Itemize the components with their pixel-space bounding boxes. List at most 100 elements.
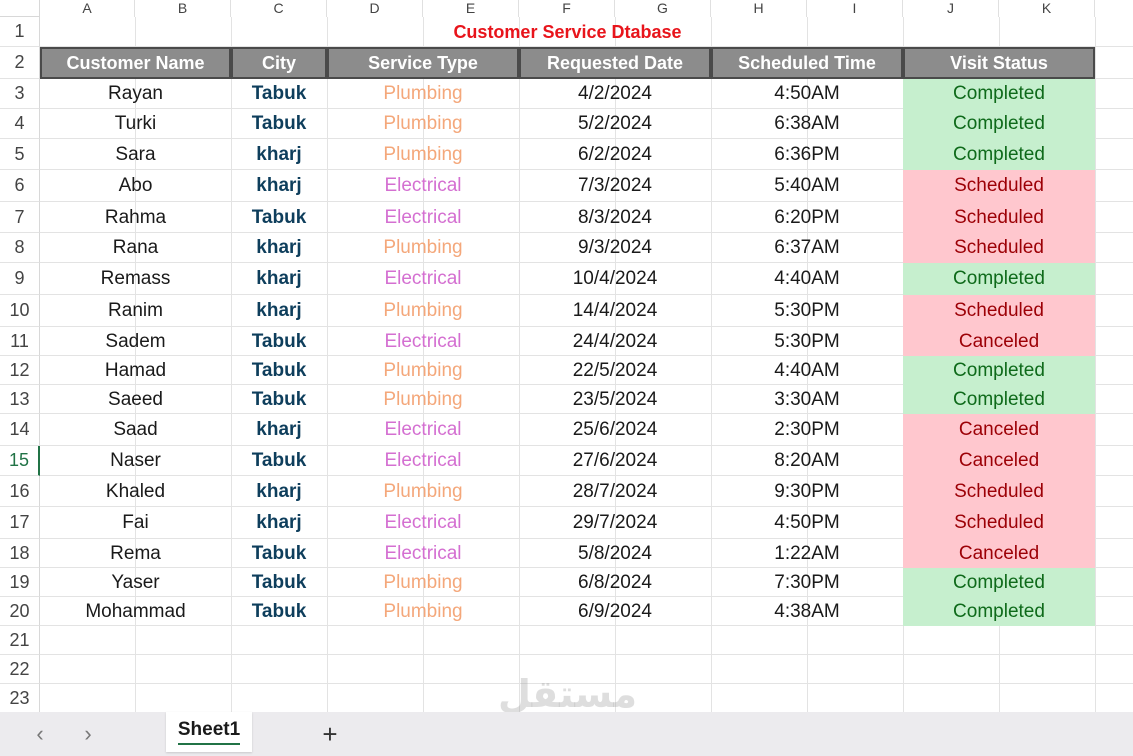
row-header-9[interactable]: 9 bbox=[0, 263, 40, 295]
chevron-left-icon[interactable]: ‹ bbox=[26, 720, 54, 748]
spreadsheet-grid[interactable]: ABCDEFGHIJK 1 2 3 4 5 6 7 8 9 10 11 12 13 14 15 16 17 18 1… bbox=[0, 0, 1133, 712]
cell-customer-name[interactable]: Khaled bbox=[40, 476, 231, 507]
cell-visit-status[interactable]: Scheduled bbox=[903, 476, 1095, 507]
cell-service-type[interactable]: Plumbing bbox=[327, 139, 519, 170]
cell-city[interactable]: kharj bbox=[231, 295, 327, 327]
cell-customer-name[interactable]: Saad bbox=[40, 414, 231, 446]
cell-scheduled-time[interactable]: 4:50AM bbox=[711, 79, 903, 109]
cell-customer-name[interactable]: Hamad bbox=[40, 356, 231, 385]
cell-service-type[interactable]: Electrical bbox=[327, 414, 519, 446]
cell-scheduled-time[interactable]: 8:20AM bbox=[711, 446, 903, 476]
cell-city[interactable]: Tabuk bbox=[231, 356, 327, 385]
cell-requested-date[interactable]: 8/3/2024 bbox=[519, 202, 711, 233]
cell-customer-name[interactable]: Mohammad bbox=[40, 597, 231, 626]
cell-visit-status[interactable]: Completed bbox=[903, 139, 1095, 170]
cell-customer-name[interactable]: Rahma bbox=[40, 202, 231, 233]
cell-customer-name[interactable]: Naser bbox=[40, 446, 231, 476]
cell-service-type[interactable]: Electrical bbox=[327, 327, 519, 356]
cell-requested-date[interactable]: 28/7/2024 bbox=[519, 476, 711, 507]
row-header-21[interactable]: 21 bbox=[0, 626, 40, 655]
column-header-j[interactable]: J bbox=[903, 0, 999, 17]
column-header-c[interactable]: C bbox=[231, 0, 327, 17]
cell-customer-name[interactable]: Abo bbox=[40, 170, 231, 202]
column-header-d[interactable]: D bbox=[327, 0, 423, 17]
cell-requested-date[interactable]: 6/2/2024 bbox=[519, 139, 711, 170]
cell-customer-name[interactable]: Rayan bbox=[40, 79, 231, 109]
cell-visit-status[interactable]: Canceled bbox=[903, 539, 1095, 568]
cell-requested-date[interactable]: 9/3/2024 bbox=[519, 233, 711, 263]
column-header-i[interactable]: I bbox=[807, 0, 903, 17]
cell-requested-date[interactable]: 6/9/2024 bbox=[519, 597, 711, 626]
row-header-4[interactable]: 4 bbox=[0, 109, 40, 139]
cell-service-type[interactable]: Plumbing bbox=[327, 597, 519, 626]
row-header-16[interactable]: 16 bbox=[0, 476, 40, 507]
cell-service-type[interactable]: Plumbing bbox=[327, 109, 519, 139]
row-header-18[interactable]: 18 bbox=[0, 539, 40, 568]
cell-scheduled-time[interactable]: 5:30PM bbox=[711, 327, 903, 356]
cell-customer-name[interactable]: Turki bbox=[40, 109, 231, 139]
header-requested-date[interactable]: Requested Date bbox=[519, 47, 711, 79]
cell-visit-status[interactable]: Scheduled bbox=[903, 233, 1095, 263]
column-header-e[interactable]: E bbox=[423, 0, 519, 17]
header-customer-name[interactable]: Customer Name bbox=[40, 47, 231, 79]
cell-service-type[interactable]: Plumbing bbox=[327, 356, 519, 385]
tab-sheet1[interactable]: Sheet1 bbox=[166, 712, 252, 752]
cell-scheduled-time[interactable]: 4:50PM bbox=[711, 507, 903, 539]
cell-city[interactable]: Tabuk bbox=[231, 539, 327, 568]
cell-city[interactable]: kharj bbox=[231, 507, 327, 539]
select-all-corner[interactable] bbox=[0, 0, 40, 17]
column-header-a[interactable]: A bbox=[40, 0, 135, 17]
row-header-23[interactable]: 23 bbox=[0, 684, 40, 712]
cell-requested-date[interactable]: 7/3/2024 bbox=[519, 170, 711, 202]
cell-requested-date[interactable]: 23/5/2024 bbox=[519, 385, 711, 414]
cell-requested-date[interactable]: 6/8/2024 bbox=[519, 568, 711, 597]
row-header-14[interactable]: 14 bbox=[0, 414, 40, 446]
cell-visit-status[interactable]: Completed bbox=[903, 109, 1095, 139]
cell-visit-status[interactable]: Completed bbox=[903, 568, 1095, 597]
column-header-b[interactable]: B bbox=[135, 0, 231, 17]
cell-city[interactable]: Tabuk bbox=[231, 202, 327, 233]
row-header-10[interactable]: 10 bbox=[0, 295, 40, 327]
column-header-h[interactable]: H bbox=[711, 0, 807, 17]
cell-requested-date[interactable]: 14/4/2024 bbox=[519, 295, 711, 327]
cell-customer-name[interactable]: Saeed bbox=[40, 385, 231, 414]
cell-scheduled-time[interactable]: 2:30PM bbox=[711, 414, 903, 446]
chevron-right-icon[interactable]: › bbox=[74, 720, 102, 748]
cell-customer-name[interactable]: Rema bbox=[40, 539, 231, 568]
cell-visit-status[interactable]: Completed bbox=[903, 385, 1095, 414]
cell-requested-date[interactable]: 4/2/2024 bbox=[519, 79, 711, 109]
row-header-12[interactable]: 12 bbox=[0, 356, 40, 385]
cell-requested-date[interactable]: 29/7/2024 bbox=[519, 507, 711, 539]
row-header-5[interactable]: 5 bbox=[0, 139, 40, 170]
cell-customer-name[interactable]: Remass bbox=[40, 263, 231, 295]
cell-requested-date[interactable]: 5/8/2024 bbox=[519, 539, 711, 568]
cell-city[interactable]: Tabuk bbox=[231, 446, 327, 476]
header-visit-status[interactable]: Visit Status bbox=[903, 47, 1095, 79]
cell-service-type[interactable]: Plumbing bbox=[327, 79, 519, 109]
cell-customer-name[interactable]: Rana bbox=[40, 233, 231, 263]
row-header-13[interactable]: 13 bbox=[0, 385, 40, 414]
cell-city[interactable]: Tabuk bbox=[231, 327, 327, 356]
cell-service-type[interactable]: Electrical bbox=[327, 263, 519, 295]
cell-city[interactable]: kharj bbox=[231, 170, 327, 202]
row-header-3[interactable]: 3 bbox=[0, 79, 40, 109]
cell-customer-name[interactable]: Fai bbox=[40, 507, 231, 539]
column-header-f[interactable]: F bbox=[519, 0, 615, 17]
cell-scheduled-time[interactable]: 4:40AM bbox=[711, 356, 903, 385]
header-service-type[interactable]: Service Type bbox=[327, 47, 519, 79]
cell-scheduled-time[interactable]: 5:40AM bbox=[711, 170, 903, 202]
header-city[interactable]: City bbox=[231, 47, 327, 79]
cell-service-type[interactable]: Electrical bbox=[327, 202, 519, 233]
cell-visit-status[interactable]: Scheduled bbox=[903, 507, 1095, 539]
cell-city[interactable]: kharj bbox=[231, 263, 327, 295]
cell-visit-status[interactable]: Completed bbox=[903, 356, 1095, 385]
row-header-19[interactable]: 19 bbox=[0, 568, 40, 597]
cell-service-type[interactable]: Plumbing bbox=[327, 568, 519, 597]
cell-scheduled-time[interactable]: 3:30AM bbox=[711, 385, 903, 414]
cell-city[interactable]: Tabuk bbox=[231, 597, 327, 626]
row-header-15[interactable]: 15 bbox=[0, 446, 40, 476]
cell-service-type[interactable]: Plumbing bbox=[327, 295, 519, 327]
row-header-2[interactable]: 2 bbox=[0, 47, 40, 79]
cell-visit-status[interactable]: Scheduled bbox=[903, 170, 1095, 202]
column-header-k[interactable]: K bbox=[999, 0, 1095, 17]
